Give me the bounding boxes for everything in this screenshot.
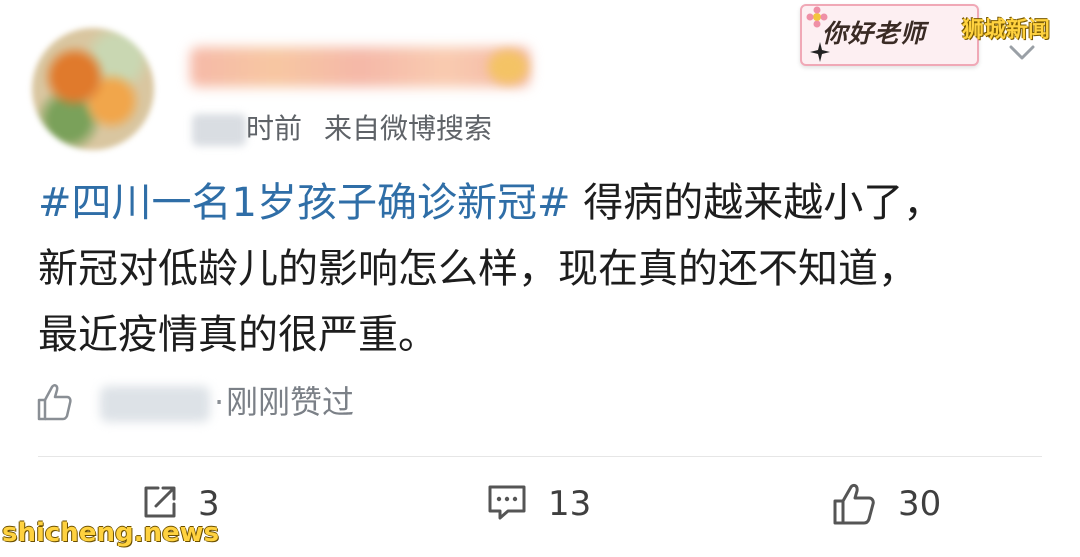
liker-name-blurred[interactable]	[100, 386, 210, 422]
comment-icon	[488, 485, 526, 520]
comment-count: 13	[548, 484, 592, 524]
separator-dot: ·	[214, 383, 225, 421]
like-count: 30	[898, 484, 942, 524]
watermark-badge: 你好老师	[800, 4, 979, 66]
thumbs-up-icon	[833, 483, 875, 525]
comment-button[interactable]: 13	[486, 478, 596, 530]
hashtag-link[interactable]: #四川一名1岁孩子确诊新冠#	[38, 180, 570, 226]
time-suffix: 时前	[246, 112, 303, 145]
post-text-line3: 最近疫情真的很严重。	[38, 312, 438, 358]
post-text-line1: 得病的越来越小了，	[570, 180, 944, 226]
post-body: #四川一名1岁孩子确诊新冠# 得病的越来越小了， 新冠对低龄儿的影响怎么样，现在…	[38, 170, 1038, 368]
source-tag: 狮城新闻	[962, 18, 1051, 43]
site-watermark: shicheng.news	[2, 518, 220, 548]
avatar[interactable]	[32, 28, 154, 150]
watermark-text: 你好老师	[822, 19, 927, 48]
author-badge-blurred	[488, 50, 528, 84]
author-name-blurred[interactable]	[190, 47, 530, 87]
like-button[interactable]: 30	[832, 478, 952, 530]
thumbs-up-icon	[37, 384, 72, 421]
post-meta: 时前 来自微博搜索	[246, 108, 492, 150]
post-time-blurred	[192, 114, 246, 146]
post-text-line2: 新冠对低龄儿的影响怎么样，现在真的还不知道，	[38, 246, 918, 292]
liked-recently-text: 刚刚赞过	[226, 383, 355, 421]
divider	[38, 456, 1042, 457]
share-icon	[144, 486, 176, 518]
post-source: 来自微博搜索	[324, 112, 493, 145]
